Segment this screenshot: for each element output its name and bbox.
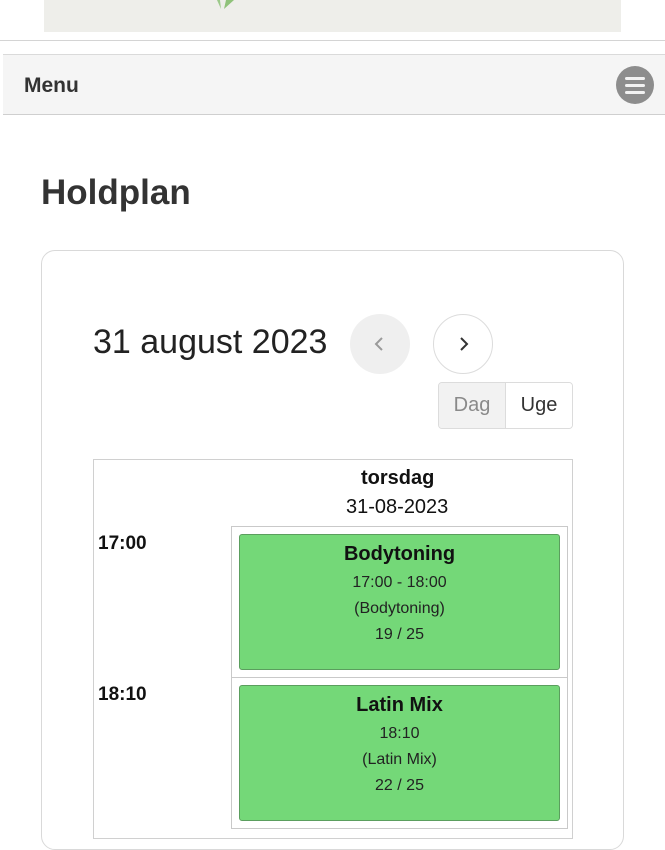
page-title: Holdplan bbox=[41, 173, 191, 212]
time-slot: Bodytoning 17:00 - 18:00 (Bodytoning) 19… bbox=[231, 526, 568, 678]
event-card[interactable]: Bodytoning 17:00 - 18:00 (Bodytoning) 19… bbox=[239, 534, 560, 670]
view-toggle: Dag Uge bbox=[438, 382, 573, 429]
event-card[interactable]: Latin Mix 18:10 (Latin Mix) 22 / 25 bbox=[239, 685, 560, 821]
current-date-label: 31 august 2023 bbox=[93, 323, 328, 361]
schedule-card: 31 august 2023 Dag Uge torsdag 31-08-202… bbox=[41, 250, 624, 850]
week-view-button[interactable]: Uge bbox=[506, 383, 572, 428]
event-title: Latin Mix bbox=[356, 694, 443, 716]
event-time: 18:10 bbox=[379, 725, 420, 742]
day-calendar: torsdag 31-08-2023 17:00 Bodytoning 17:0… bbox=[93, 459, 573, 839]
hamburger-menu-icon[interactable] bbox=[616, 66, 654, 104]
divider bbox=[0, 40, 665, 41]
menu-bar[interactable]: Menu bbox=[3, 54, 665, 115]
event-capacity: 22 / 25 bbox=[375, 777, 424, 794]
previous-day-button[interactable] bbox=[350, 314, 410, 374]
event-subtitle: (Bodytoning) bbox=[354, 600, 445, 617]
time-label: 18:10 bbox=[98, 684, 147, 705]
event-time: 17:00 - 18:00 bbox=[352, 574, 447, 591]
next-day-button[interactable] bbox=[433, 314, 493, 374]
event-capacity: 19 / 25 bbox=[375, 626, 424, 643]
chevron-right-icon bbox=[460, 337, 469, 351]
leaf-logo-icon bbox=[217, 0, 234, 9]
header-banner bbox=[44, 0, 621, 32]
column-date: 31-08-2023 bbox=[346, 496, 449, 518]
day-view-button[interactable]: Dag bbox=[439, 383, 506, 428]
event-title: Bodytoning bbox=[343, 543, 456, 565]
event-subtitle: (Latin Mix) bbox=[362, 751, 437, 768]
time-slot: Latin Mix 18:10 (Latin Mix) 22 / 25 bbox=[231, 677, 568, 829]
column-day-name: torsdag bbox=[361, 467, 435, 489]
chevron-left-icon bbox=[374, 337, 383, 351]
time-label: 17:00 bbox=[98, 533, 147, 554]
menu-label[interactable]: Menu bbox=[24, 74, 79, 98]
